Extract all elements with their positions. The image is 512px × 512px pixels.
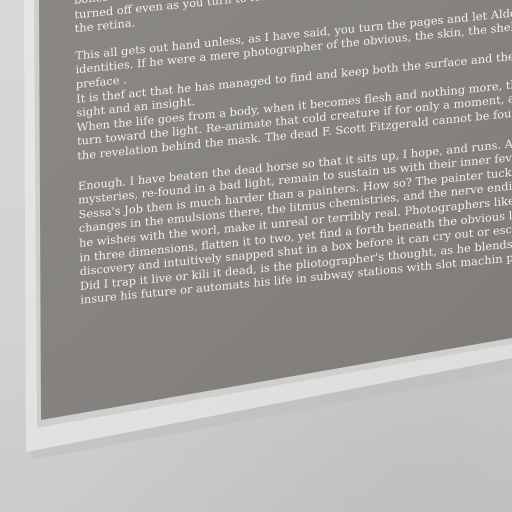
panel-text: bones and marrow in the bones to the mys…	[74, 0, 512, 445]
gallery-wall-photo: bones and marrow in the bones to the mys…	[0, 0, 512, 512]
